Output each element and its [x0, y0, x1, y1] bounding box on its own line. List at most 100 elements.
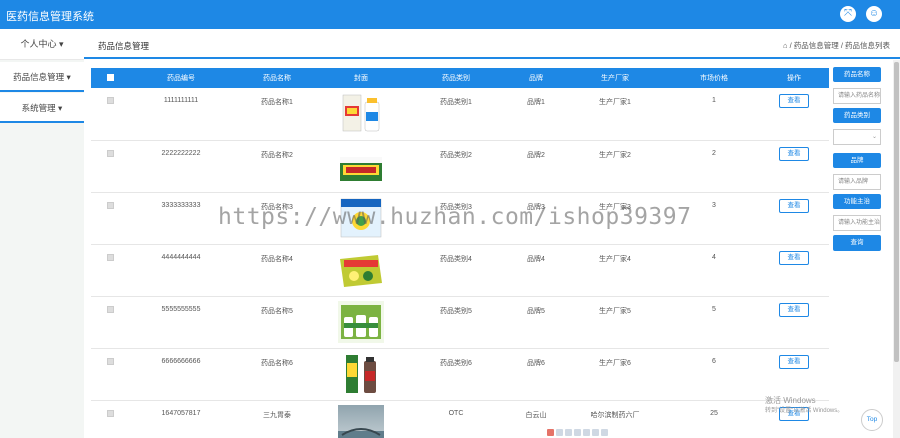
- cell-maker: 生产厂家1: [599, 99, 631, 106]
- activation-title: 激活 Windows: [765, 396, 816, 405]
- cell-brand: 品牌1: [527, 99, 545, 106]
- filter-panel: 药品名称 请输入药品名称 药品类别 ⌄ 品牌 请输入品牌 功能主治 请输入功能主…: [833, 67, 881, 251]
- breadcrumb-path: / 药品信息管理 / 药品信息列表: [789, 41, 890, 50]
- column-header[interactable]: 市场价格: [669, 68, 759, 88]
- cell-price: 5: [712, 305, 716, 313]
- drug-name-label: 药品名称: [833, 67, 881, 82]
- column-header[interactable]: 生产厂家: [561, 68, 669, 88]
- function-label: 功能主治: [833, 194, 881, 209]
- cell-code: 2222222222: [161, 149, 201, 157]
- row-checkbox[interactable]: [106, 409, 114, 417]
- home-icon[interactable]: ⌂: [783, 41, 788, 50]
- view-button[interactable]: 查看: [779, 146, 809, 161]
- scrollbar-thumb[interactable]: [894, 62, 899, 362]
- app-title: 医药信息管理系统: [6, 11, 94, 23]
- cell-name: 药品名称1: [261, 99, 293, 106]
- cell-category: OTC: [448, 409, 464, 417]
- cell-brand: 品牌5: [527, 307, 545, 315]
- drug-cover-image: [338, 248, 384, 291]
- cell-price: 1: [712, 97, 716, 104]
- view-button[interactable]: 查看: [779, 198, 809, 213]
- cell-name: 药品名称5: [261, 307, 293, 315]
- cell-category: 药品类别2: [440, 151, 472, 159]
- cell-category: 药品类别6: [440, 359, 472, 367]
- cell-maker: 生产厂家5: [599, 307, 631, 315]
- chevron-down-icon: ▾: [59, 39, 64, 49]
- cell-code: 6666666666: [161, 357, 201, 365]
- ime-menu-icon[interactable]: [601, 429, 608, 436]
- breadcrumb-bar: 药品信息管理 ⌂ / 药品信息管理 / 药品信息列表: [84, 29, 900, 59]
- cell-code: 1647057817: [161, 409, 201, 417]
- sidebar: 个人中心 ▾ 药品信息管理 ▾ 系统管理 ▾: [0, 29, 84, 438]
- ime-toolbar[interactable]: [547, 428, 627, 438]
- sidebar-item-drug-info[interactable]: 药品信息管理 ▾: [0, 62, 84, 92]
- sidebar-item-label: 个人中心: [20, 39, 57, 49]
- view-button[interactable]: 查看: [779, 94, 809, 108]
- drug-cover-image: [338, 404, 384, 438]
- cell-price: 4: [712, 253, 716, 261]
- table-header-row: 药品编号 药品名称 封面 药品类别 品牌 生产厂家 市场价格 操作: [91, 68, 829, 88]
- sidebar-item-system[interactable]: 系统管理 ▾: [0, 93, 84, 123]
- ime-logo-icon[interactable]: [547, 429, 554, 436]
- cell-maker: 生产厂家4: [599, 255, 631, 263]
- table-row: 1111111111 药品名称1 药品类别1 品牌1 生产厂家1 1 查看: [91, 88, 829, 140]
- row-checkbox[interactable]: [106, 149, 114, 157]
- drug-cover-image: [338, 352, 384, 395]
- cell-category: 药品类别1: [440, 99, 472, 106]
- brand-input[interactable]: 请输入品牌: [833, 174, 881, 190]
- table-row: 2222222222 药品名称2 药品类别2 品牌2 生产厂家2 2 查看: [91, 140, 829, 192]
- drug-category-select[interactable]: ⌄: [833, 129, 881, 145]
- ime-skin-icon[interactable]: [592, 429, 599, 436]
- user-icon[interactable]: ☺: [866, 6, 882, 22]
- row-checkbox[interactable]: [106, 201, 114, 209]
- row-checkbox[interactable]: [106, 253, 114, 261]
- cell-code: 4444444444: [161, 253, 201, 261]
- ime-punct-icon[interactable]: [565, 429, 572, 436]
- ime-keyboard-icon[interactable]: [583, 429, 590, 436]
- column-header[interactable]: 药品编号: [129, 68, 233, 88]
- fullscreen-icon[interactable]: ⤧: [840, 6, 856, 22]
- cell-name: 药品名称6: [261, 359, 293, 367]
- table-row: 6666666666 药品名称6 药品类别6 品牌6 生产厂家6 6 查看: [91, 348, 829, 400]
- row-checkbox[interactable]: [106, 357, 114, 365]
- drug-name-input[interactable]: 请输入药品名称: [833, 88, 881, 104]
- cell-code: 1111111111: [163, 97, 199, 104]
- cell-price: 2: [712, 149, 716, 157]
- sidebar-item-user-center[interactable]: 个人中心 ▾: [0, 29, 84, 60]
- drug-table: 药品编号 药品名称 封面 药品类别 品牌 生产厂家 市场价格 操作 111111…: [91, 68, 829, 438]
- cell-name: 三九胃泰: [263, 411, 291, 419]
- cell-category: 药品类别5: [440, 307, 472, 315]
- column-header[interactable]: 品牌: [511, 68, 561, 88]
- cell-brand: 品牌2: [527, 151, 545, 159]
- breadcrumb: ⌂ / 药品信息管理 / 药品信息列表: [783, 40, 890, 51]
- cell-price: 25: [710, 409, 718, 417]
- ime-voice-icon[interactable]: [574, 429, 581, 436]
- back-to-top-button[interactable]: Top: [861, 409, 883, 431]
- cell-code: 5555555555: [161, 305, 201, 313]
- column-header: 封面: [354, 75, 368, 82]
- cell-maker: 生产厂家2: [599, 151, 631, 159]
- cell-name: 药品名称2: [261, 151, 293, 159]
- chevron-down-icon: ▾: [66, 72, 71, 82]
- column-header[interactable]: 药品类别: [401, 68, 511, 88]
- search-button[interactable]: 查询: [833, 235, 881, 251]
- ime-mode-icon[interactable]: [556, 429, 563, 436]
- activation-subtitle: 转到"设置"以激活 Windows。: [765, 408, 844, 414]
- cell-maker: 生产厂家6: [599, 359, 631, 367]
- cell-price: 6: [712, 357, 716, 365]
- cell-brand: 品牌4: [527, 255, 545, 263]
- drug-category-label: 药品类别: [833, 108, 881, 123]
- view-button[interactable]: 查看: [779, 302, 809, 317]
- page-scrollbar[interactable]: [893, 60, 900, 438]
- view-button[interactable]: 查看: [779, 250, 809, 265]
- cell-brand: 品牌6: [527, 359, 545, 367]
- row-checkbox[interactable]: [106, 97, 114, 104]
- column-header[interactable]: 药品名称: [233, 68, 321, 88]
- function-input[interactable]: 请输入功能主治: [833, 215, 881, 231]
- row-checkbox[interactable]: [106, 305, 114, 313]
- select-all-checkbox[interactable]: [106, 73, 114, 81]
- chevron-down-icon: ⌄: [871, 134, 877, 140]
- table-row: 4444444444 药品名称4 药品类别4 品牌4 生产厂家4 4 查看: [91, 244, 829, 296]
- view-button[interactable]: 查看: [779, 354, 809, 369]
- chevron-down-icon: ▾: [58, 103, 63, 113]
